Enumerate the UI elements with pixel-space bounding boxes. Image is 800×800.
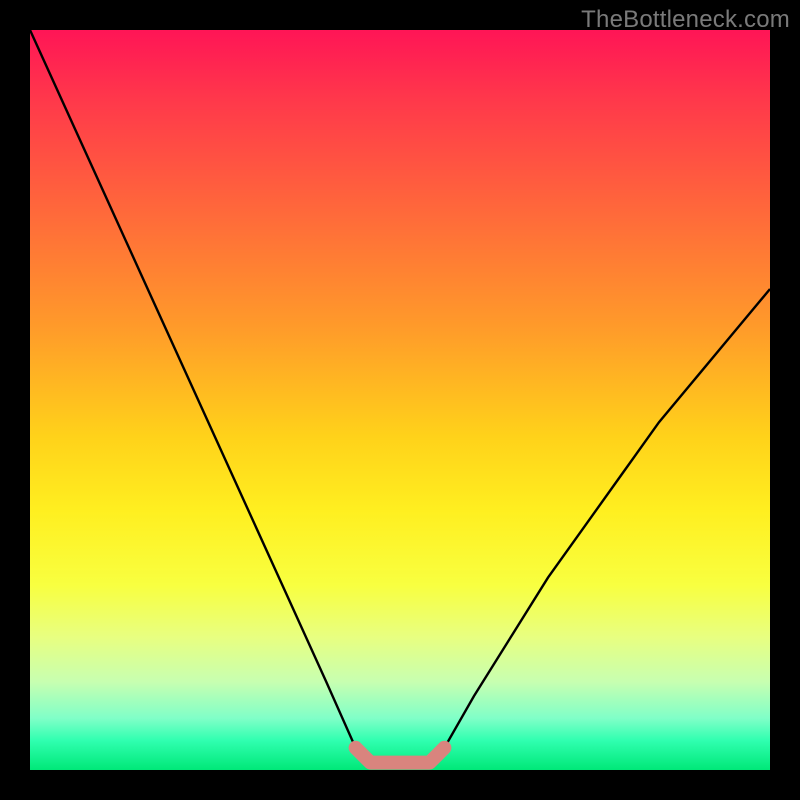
plot-area: [30, 30, 770, 770]
curve-layer: [30, 30, 770, 770]
bottleneck-curve-path: [30, 30, 770, 763]
watermark-text: TheBottleneck.com: [581, 6, 790, 34]
chart-frame: TheBottleneck.com: [0, 0, 800, 800]
optimal-band-path: [356, 748, 445, 763]
